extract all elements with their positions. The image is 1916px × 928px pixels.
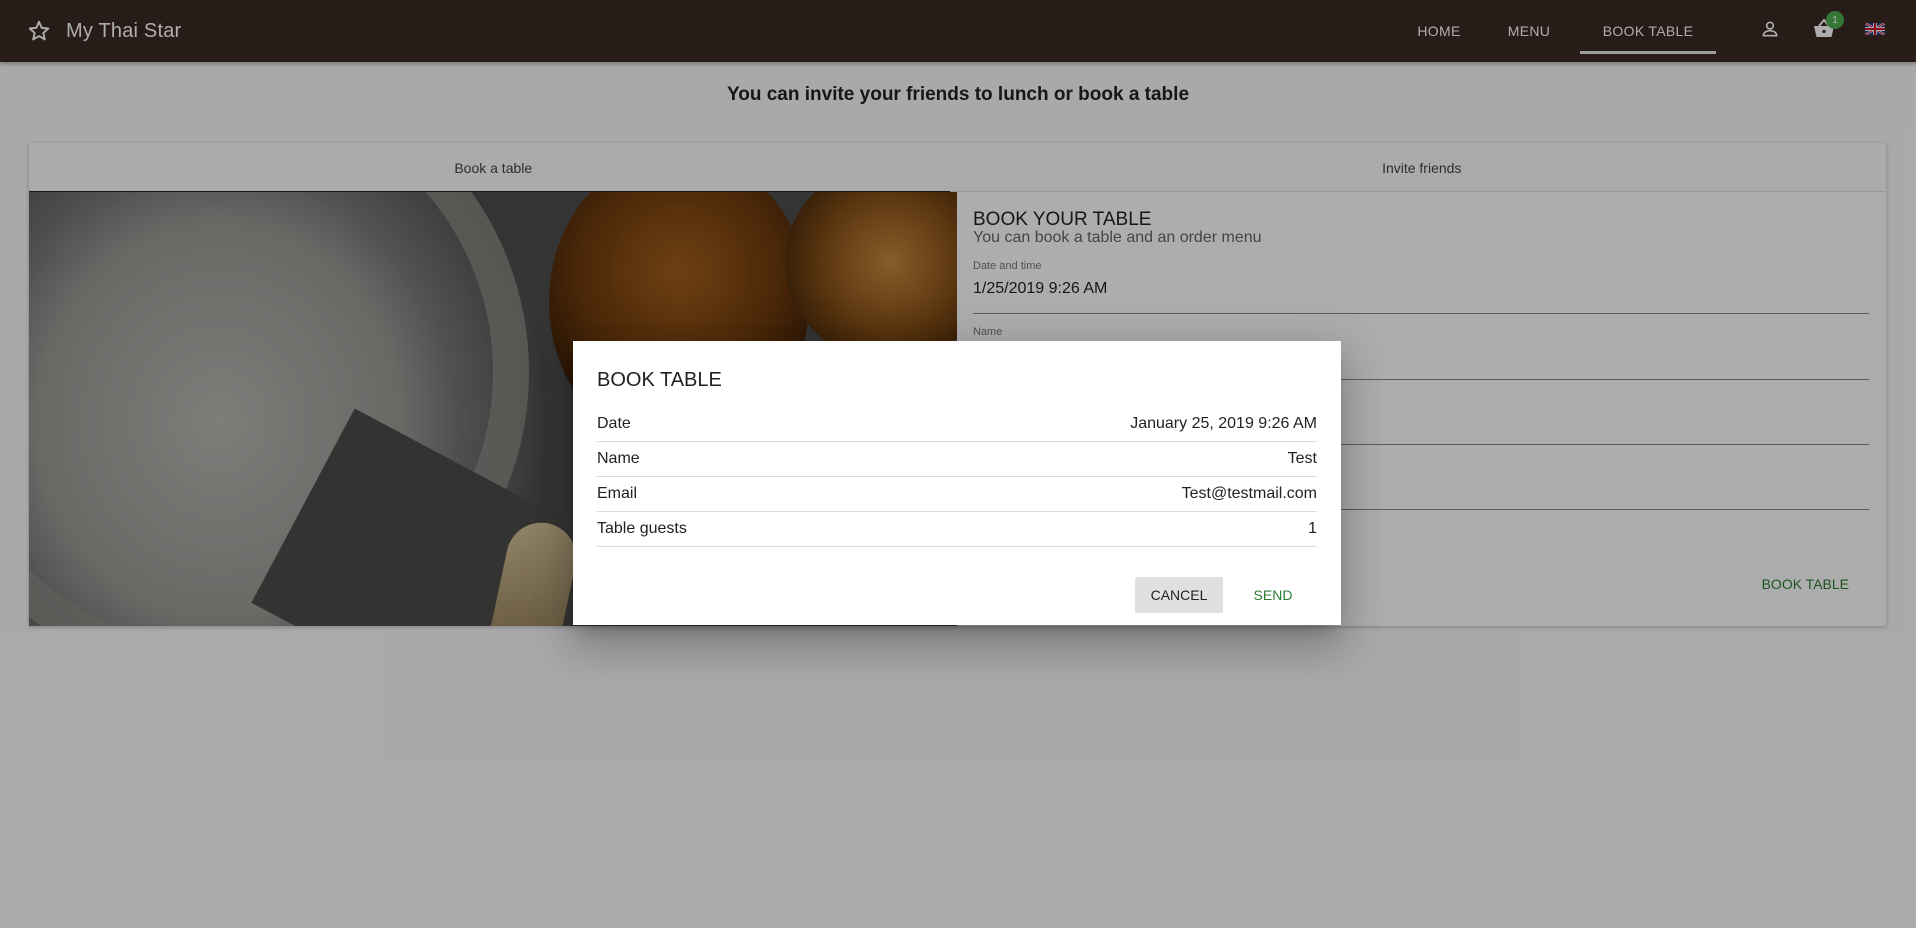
send-button[interactable]: SEND (1229, 577, 1317, 613)
row-label: Name (597, 450, 640, 467)
dialog-row-guests: Table guests 1 (597, 512, 1317, 547)
row-label: Table guests (597, 520, 687, 537)
row-label: Email (597, 485, 638, 502)
row-value: Test (1287, 450, 1317, 467)
dialog-row-email: Email Test@testmail.com (597, 477, 1317, 512)
row-value: January 25, 2019 9:26 AM (1130, 415, 1317, 432)
row-value: Test@testmail.com (1181, 485, 1317, 502)
row-value: 1 (1308, 520, 1317, 537)
row-label: Date (597, 415, 631, 432)
dialog-title: BOOK TABLE (597, 369, 722, 391)
cancel-button[interactable]: CANCEL (1135, 577, 1223, 613)
dialog-row-name: Name Test (597, 442, 1317, 477)
dialog-row-date: Date January 25, 2019 9:26 AM (597, 407, 1317, 442)
dialog-actions: CANCEL SEND (1135, 577, 1317, 613)
book-table-dialog: BOOK TABLE Date January 25, 2019 9:26 AM… (573, 341, 1341, 625)
